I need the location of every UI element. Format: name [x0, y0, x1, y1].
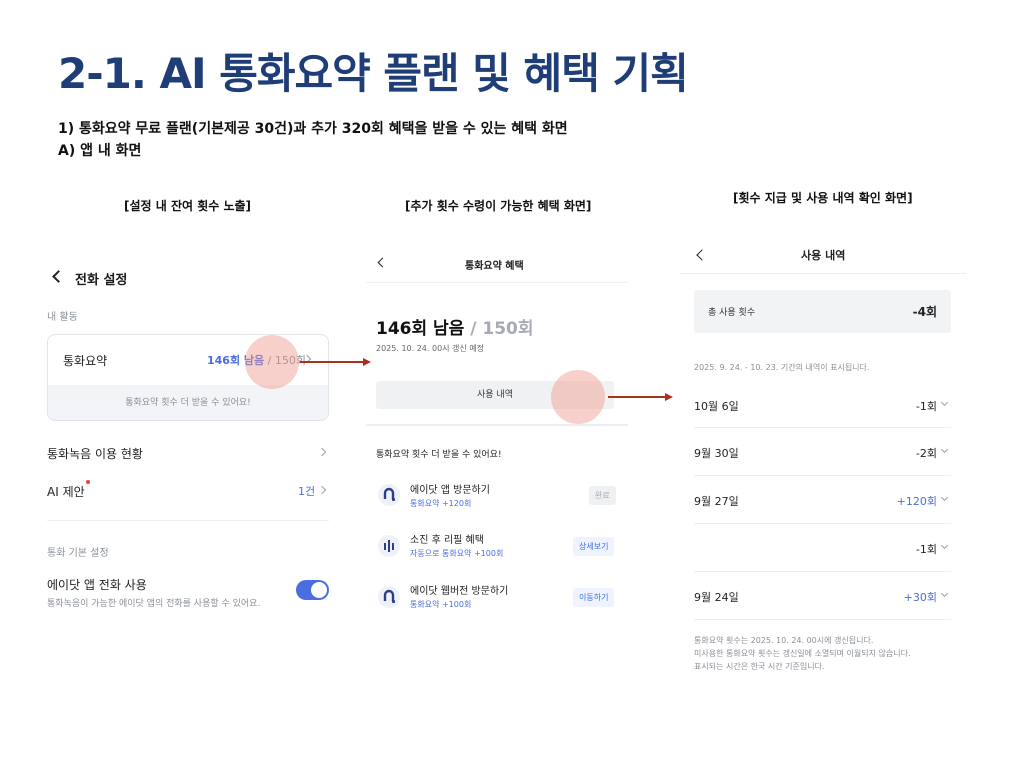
section-activity-label: 내 활동 [47, 312, 78, 323]
history-date: 10월 6일 [694, 400, 739, 413]
row-call-recording-usage[interactable]: 통화녹음 이용 현황 [47, 445, 143, 462]
toggle-aidot-call-label: 에이닷 앱 전화 사용 [47, 578, 147, 592]
history-date: 9월 30일 [694, 447, 739, 460]
back-chevron-icon[interactable] [377, 257, 388, 268]
back-chevron-icon[interactable] [696, 249, 708, 261]
card-more-benefits-link[interactable]: 통화요약 횟수 더 받을 수 있어요! [48, 385, 328, 420]
total-usage-label: 총 사용 횟수 [708, 308, 756, 318]
card-title: 통화요약 [63, 354, 108, 368]
history-value[interactable]: -2회 [880, 445, 937, 461]
footnote-line: 미사용한 통화요약 횟수는 갱신일에 소멸되며 이월되지 않습니다. [694, 649, 911, 658]
screen3-header-title: 사용 내역 [801, 249, 846, 262]
divider [366, 282, 628, 283]
slide-description-line2: A) 앱 내 화면 [58, 143, 142, 159]
benefit-sub: 통화요약 +120회 [410, 499, 472, 508]
divider [47, 520, 329, 521]
screen2-header-title: 통화요약 혜택 [465, 261, 524, 272]
divider [366, 424, 628, 426]
benefit-done-button[interactable]: 완료 [589, 486, 616, 505]
history-value[interactable]: +30회 [870, 589, 937, 605]
chevron-right-icon [317, 447, 327, 457]
new-badge-dot [86, 480, 90, 484]
benefit-name: 에이닷 웹버전 방문하기 [410, 586, 509, 597]
divider [694, 571, 951, 572]
back-chevron-icon[interactable] [52, 270, 65, 283]
divider [694, 427, 951, 428]
refill-bars-icon [378, 535, 400, 557]
toggle-knob [311, 582, 327, 598]
benefit-detail-button[interactable]: 상세보기 [573, 537, 615, 556]
aidot-app-icon [378, 484, 400, 506]
benefits-section-title: 통화요약 횟수 더 받을 수 있어요! [376, 450, 502, 460]
benefit-go-button[interactable]: 이동하기 [573, 588, 615, 607]
history-value[interactable]: -1회 [880, 541, 937, 557]
divider [694, 619, 951, 620]
slide-title: 2-1. AI 통화요약 플랜 및 혜택 기획 [58, 49, 689, 98]
chevron-down-icon[interactable] [940, 541, 949, 550]
history-value[interactable]: -1회 [880, 398, 937, 414]
chevron-right-icon [317, 485, 327, 495]
history-date: 9월 24일 [694, 591, 739, 604]
caption-screen3: [횟수 지급 및 사용 내역 확인 화면] [733, 191, 913, 205]
chevron-down-icon[interactable] [940, 445, 949, 454]
benefit-name: 소진 후 리필 혜택 [410, 535, 484, 546]
renewal-date: 2025. 10. 24. 00시 갱신 예정 [376, 344, 485, 353]
toggle-aidot-call-sub: 통화녹음이 가능한 에이닷 앱의 전화를 사용할 수 있어요. [47, 599, 261, 609]
benefit-sub: 자동으로 통화요약 +100회 [410, 549, 504, 558]
total-usage-value: -4회 [912, 305, 937, 319]
footnote-line: 통화요약 횟수는 2025. 10. 24. 00시에 갱신됩니다. [694, 636, 874, 645]
divider [680, 273, 966, 274]
caption-screen2: [추가 횟수 수령이 가능한 혜택 화면] [405, 199, 592, 213]
arrow-line [300, 361, 364, 363]
chevron-down-icon[interactable] [940, 589, 949, 598]
caption-screen1: [설정 내 잔여 횟수 노출] [124, 199, 252, 213]
arrow-line [608, 396, 666, 398]
history-date: 9월 27일 [694, 495, 739, 508]
benefit-name: 에이닷 앱 방문하기 [410, 485, 490, 496]
benefit-sub: 통화요약 +100회 [410, 600, 472, 609]
chevron-down-icon[interactable] [940, 493, 949, 502]
slide-description-line1: 1) 통화요약 무료 플랜(기본제공 30건)과 추가 320회 혜택을 받을 … [58, 121, 568, 137]
section-basic-label: 통화 기본 설정 [47, 548, 109, 559]
footnote-line: 표시되는 시간은 한국 시간 기준입니다. [694, 662, 825, 671]
arrow-head-icon [665, 393, 673, 401]
history-value[interactable]: +120회 [870, 493, 937, 509]
ai-suggestion-count: 1건 [298, 485, 316, 498]
divider [694, 523, 951, 524]
highlight-circle [245, 335, 299, 389]
aidot-web-icon [378, 586, 400, 608]
chevron-down-icon[interactable] [940, 398, 949, 407]
arrow-head-icon [363, 358, 371, 366]
total-usage-box: 총 사용 횟수 -4회 [694, 290, 951, 333]
remaining-count: 146회 남음 / 150회 [376, 319, 534, 339]
period-notice: 2025. 9. 24. - 10. 23. 기간의 내역이 표시됩니다. [694, 363, 870, 372]
divider [694, 475, 951, 476]
aidot-call-toggle[interactable] [296, 580, 329, 600]
highlight-circle [551, 370, 605, 424]
screen1-header-title: 전화 설정 [75, 273, 128, 288]
row-ai-suggestion[interactable]: AI 제안 [47, 483, 85, 500]
